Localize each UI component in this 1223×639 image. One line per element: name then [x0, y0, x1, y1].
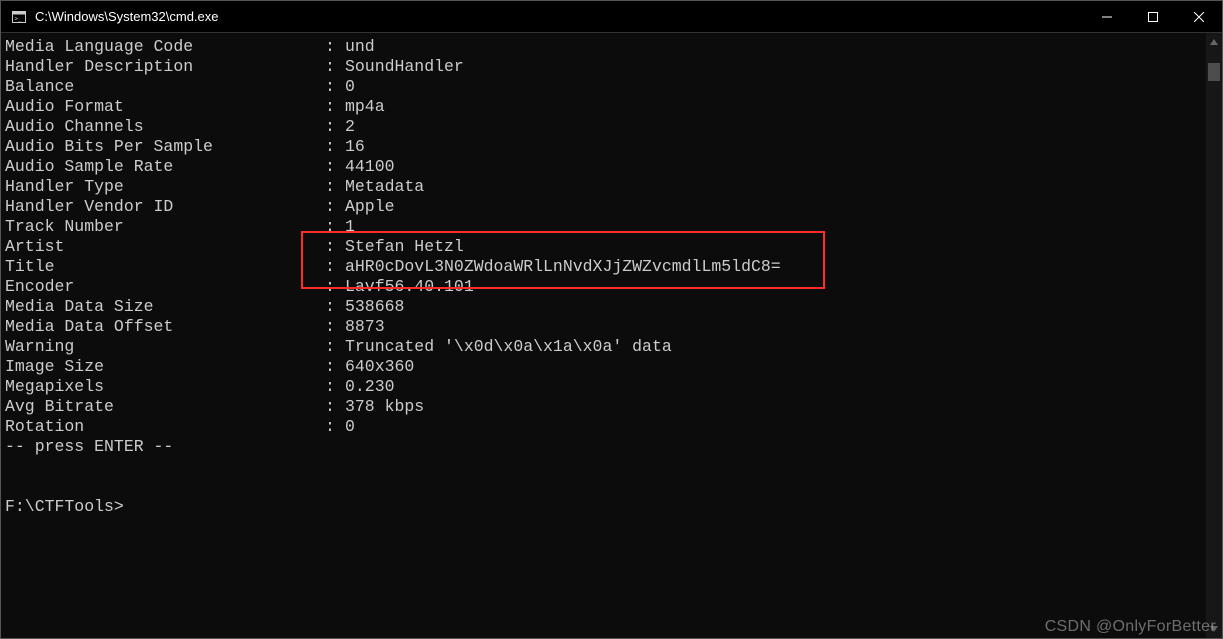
field-value: Stefan Hetzl	[345, 237, 464, 257]
field-separator: :	[325, 277, 345, 297]
field-label: Avg Bitrate	[5, 397, 325, 417]
field-label: Encoder	[5, 277, 325, 297]
field-value: Apple	[345, 197, 395, 217]
output-row: Handler Type: Metadata	[5, 177, 1222, 197]
field-label: Handler Vendor ID	[5, 197, 325, 217]
close-button[interactable]	[1176, 1, 1222, 32]
terminal-output: Media Language Code: undHandler Descript…	[1, 33, 1222, 638]
field-value: 2	[345, 117, 355, 137]
scroll-up-arrow[interactable]	[1206, 33, 1222, 51]
output-row: Audio Channels: 2	[5, 117, 1222, 137]
field-separator: :	[325, 377, 345, 397]
field-label: Audio Sample Rate	[5, 157, 325, 177]
field-value: mp4a	[345, 97, 385, 117]
blank-line	[5, 457, 1222, 477]
field-value: Metadata	[345, 177, 424, 197]
field-separator: :	[325, 77, 345, 97]
field-separator: :	[325, 137, 345, 157]
field-value: 1	[345, 217, 355, 237]
press-enter-prompt: -- press ENTER --	[5, 437, 1222, 457]
output-row: Avg Bitrate: 378 kbps	[5, 397, 1222, 417]
output-row: Audio Bits Per Sample: 16	[5, 137, 1222, 157]
output-row: Artist: Stefan Hetzl	[5, 237, 1222, 257]
field-label: Media Data Size	[5, 297, 325, 317]
output-row: Audio Sample Rate: 44100	[5, 157, 1222, 177]
field-separator: :	[325, 157, 345, 177]
field-value: 16	[345, 137, 365, 157]
maximize-button[interactable]	[1130, 1, 1176, 32]
field-separator: :	[325, 357, 345, 377]
field-label: Handler Description	[5, 57, 325, 77]
output-row: Encoder: Lavf56.40.101	[5, 277, 1222, 297]
output-row: Rotation: 0	[5, 417, 1222, 437]
field-separator: :	[325, 237, 345, 257]
output-row: Title: aHR0cDovL3N0ZWdoaWRlLnNvdXJjZWZvc…	[5, 257, 1222, 277]
blank-line	[5, 477, 1222, 497]
shell-prompt[interactable]: F:\CTFTools>	[5, 497, 1222, 517]
field-separator: :	[325, 117, 345, 137]
output-row: Warning: Truncated '\x0d\x0a\x1a\x0a' da…	[5, 337, 1222, 357]
field-separator: :	[325, 337, 345, 357]
output-row: Megapixels: 0.230	[5, 377, 1222, 397]
field-value: 538668	[345, 297, 404, 317]
field-separator: :	[325, 197, 345, 217]
field-value: 640x360	[345, 357, 414, 377]
output-row: Media Data Size: 538668	[5, 297, 1222, 317]
field-separator: :	[325, 177, 345, 197]
window-controls	[1084, 1, 1222, 32]
field-label: Track Number	[5, 217, 325, 237]
field-label: Title	[5, 257, 325, 277]
field-label: Audio Format	[5, 97, 325, 117]
field-label: Audio Channels	[5, 117, 325, 137]
field-label: Image Size	[5, 357, 325, 377]
field-value: 8873	[345, 317, 385, 337]
field-value: 0	[345, 417, 355, 437]
field-value: Lavf56.40.101	[345, 277, 474, 297]
output-row: Handler Description: SoundHandler	[5, 57, 1222, 77]
scroll-down-arrow[interactable]	[1206, 620, 1222, 638]
output-row: Image Size: 640x360	[5, 357, 1222, 377]
output-row: Handler Vendor ID: Apple	[5, 197, 1222, 217]
output-row: Audio Format: mp4a	[5, 97, 1222, 117]
window-title: C:\Windows\System32\cmd.exe	[35, 9, 219, 24]
svg-text:>_: >_	[15, 15, 23, 22]
field-label: Handler Type	[5, 177, 325, 197]
titlebar[interactable]: >_ C:\Windows\System32\cmd.exe	[1, 1, 1222, 33]
field-value: 0	[345, 77, 355, 97]
field-value: aHR0cDovL3N0ZWdoaWRlLnNvdXJjZWZvcmdlLm5l…	[345, 257, 781, 277]
field-separator: :	[325, 37, 345, 57]
field-separator: :	[325, 317, 345, 337]
cmd-window: >_ C:\Windows\System32\cmd.exe Media Lan…	[0, 0, 1223, 639]
field-separator: :	[325, 57, 345, 77]
field-value: 0.230	[345, 377, 395, 397]
field-value: SoundHandler	[345, 57, 464, 77]
field-label: Audio Bits Per Sample	[5, 137, 325, 157]
scroll-thumb[interactable]	[1208, 63, 1220, 81]
output-row: Track Number: 1	[5, 217, 1222, 237]
terminal-area[interactable]: Media Language Code: undHandler Descript…	[1, 33, 1222, 638]
output-row: Media Data Offset: 8873	[5, 317, 1222, 337]
vertical-scrollbar[interactable]	[1206, 33, 1222, 638]
field-value: 44100	[345, 157, 395, 177]
minimize-button[interactable]	[1084, 1, 1130, 32]
field-separator: :	[325, 397, 345, 417]
field-separator: :	[325, 217, 345, 237]
field-value: 378 kbps	[345, 397, 424, 417]
field-label: Warning	[5, 337, 325, 357]
field-value: und	[345, 37, 375, 57]
field-label: Media Data Offset	[5, 317, 325, 337]
field-separator: :	[325, 257, 345, 277]
field-label: Megapixels	[5, 377, 325, 397]
field-label: Media Language Code	[5, 37, 325, 57]
output-row: Media Language Code: und	[5, 37, 1222, 57]
field-separator: :	[325, 417, 345, 437]
field-label: Artist	[5, 237, 325, 257]
field-label: Balance	[5, 77, 325, 97]
field-separator: :	[325, 97, 345, 117]
field-value: Truncated '\x0d\x0a\x1a\x0a' data	[345, 337, 672, 357]
field-separator: :	[325, 297, 345, 317]
field-label: Rotation	[5, 417, 325, 437]
cmd-icon: >_	[11, 9, 27, 25]
output-row: Balance: 0	[5, 77, 1222, 97]
